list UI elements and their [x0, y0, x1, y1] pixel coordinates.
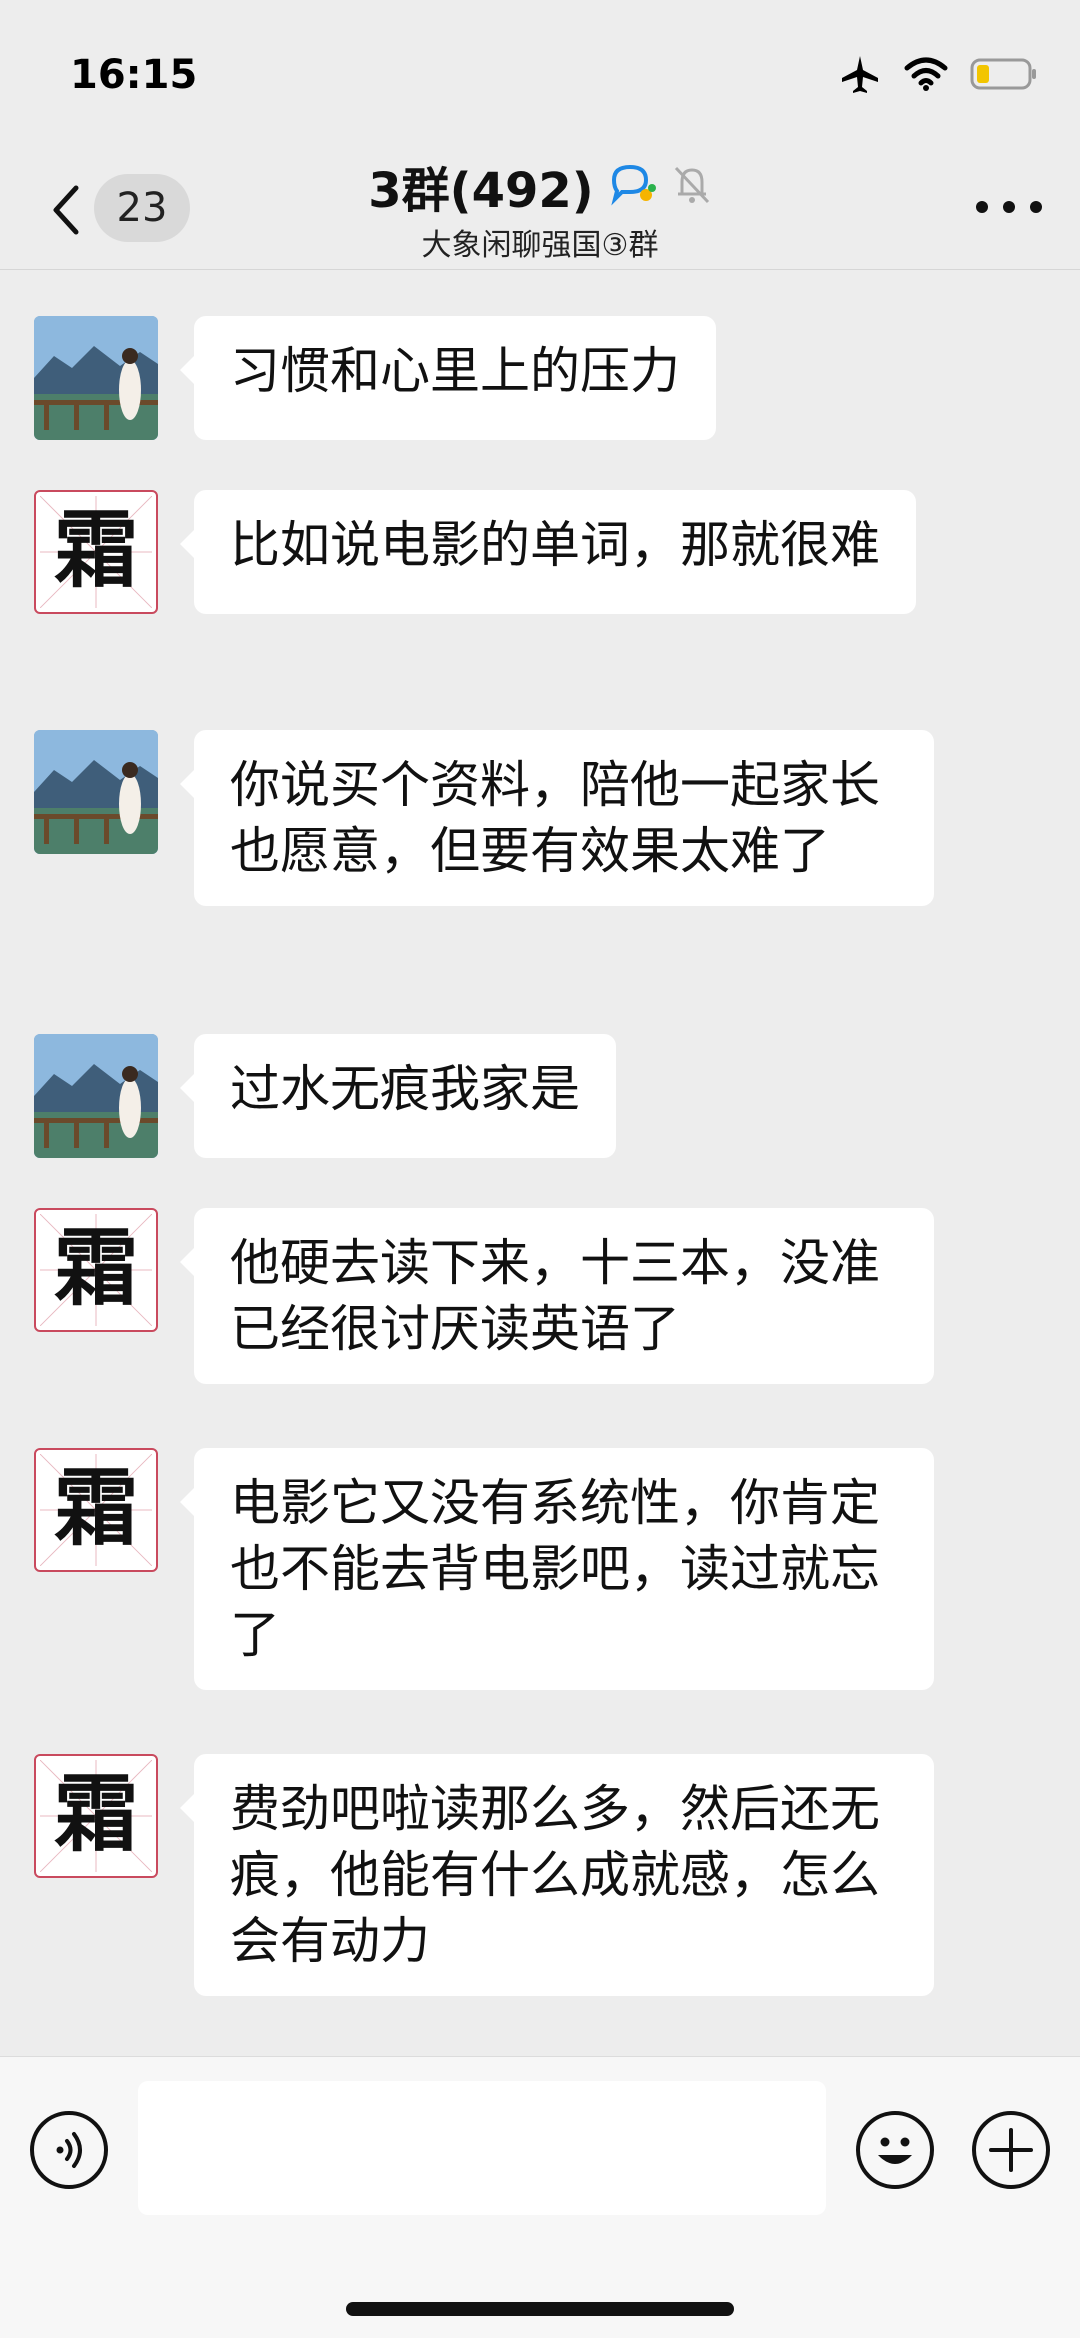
- avatar[interactable]: 霜: [34, 1754, 158, 1878]
- unread-count-badge[interactable]: 23: [94, 174, 190, 242]
- avatar[interactable]: 霜: [34, 1448, 158, 1572]
- wifi-icon: [904, 56, 948, 96]
- status-icons: [838, 56, 1038, 96]
- chevron-left-icon: [44, 185, 88, 244]
- airplane-icon: [838, 54, 882, 98]
- message-bubble[interactable]: 电影它又没有系统性，你肯定也不能去背电影吧，读过就忘了: [180, 1448, 934, 1690]
- avatar[interactable]: [34, 730, 158, 854]
- add-button[interactable]: [972, 2111, 1050, 2189]
- voice-button[interactable]: [30, 2111, 108, 2189]
- message-row: 过水无痕我家是: [34, 1034, 616, 1158]
- more-dot: [1030, 201, 1042, 213]
- title-block[interactable]: 3群(492) 大象闲聊强国③群: [240, 154, 840, 264]
- avatar-char: 霜: [53, 500, 138, 599]
- emoji-button[interactable]: [856, 2111, 934, 2189]
- more-dot: [1003, 201, 1015, 213]
- chat-header: 23 3群(492) 大象闲聊强国③群: [0, 150, 1080, 270]
- message-row: 霜 费劲吧啦读那么多，然后还无痕，他能有什么成就感，怎么会有动力: [34, 1754, 934, 1996]
- chat-bubble-icon: [608, 162, 658, 210]
- avatar-char: 霜: [53, 1218, 138, 1317]
- more-button[interactable]: [976, 192, 1042, 222]
- group-title: 3群(492): [368, 163, 594, 219]
- status-bar: 16:15: [0, 0, 1080, 150]
- message-row: 习惯和心里上的压力: [34, 316, 716, 440]
- message-input[interactable]: [138, 2081, 826, 2215]
- avatar[interactable]: [34, 316, 158, 440]
- message-row: 你说买个资料，陪他一起家长也愿意，但要有效果太难了: [34, 730, 934, 906]
- more-dot: [976, 201, 988, 213]
- battery-icon: [970, 56, 1038, 96]
- message-bubble[interactable]: 费劲吧啦读那么多，然后还无痕，他能有什么成就感，怎么会有动力: [180, 1754, 934, 1996]
- message-bubble[interactable]: 习惯和心里上的压力: [180, 316, 716, 440]
- message-bubble[interactable]: 你说买个资料，陪他一起家长也愿意，但要有效果太难了: [180, 730, 934, 906]
- home-indicator[interactable]: [346, 2302, 734, 2316]
- avatar[interactable]: [34, 1034, 158, 1158]
- message-bubble[interactable]: 过水无痕我家是: [180, 1034, 616, 1158]
- input-bar: [0, 2056, 1080, 2338]
- message-row: 霜 比如说电影的单词，那就很难: [34, 490, 916, 614]
- avatar-char: 霜: [53, 1764, 138, 1863]
- message-row: 霜 他硬去读下来，十三本，没准已经很讨厌读英语了: [34, 1208, 934, 1384]
- avatar[interactable]: 霜: [34, 1208, 158, 1332]
- message-bubble[interactable]: 他硬去读下来，十三本，没准已经很讨厌读英语了: [180, 1208, 934, 1384]
- status-time: 16:15: [70, 52, 198, 98]
- message-bubble[interactable]: 比如说电影的单词，那就很难: [180, 490, 916, 614]
- bell-muted-icon: [672, 162, 712, 210]
- group-subtitle: 大象闲聊强国③群: [421, 228, 659, 263]
- avatar[interactable]: 霜: [34, 490, 158, 614]
- avatar-char: 霜: [53, 1458, 138, 1557]
- back-button[interactable]: [44, 180, 88, 240]
- message-row: 霜 电影它又没有系统性，你肯定也不能去背电影吧，读过就忘了: [34, 1448, 934, 1690]
